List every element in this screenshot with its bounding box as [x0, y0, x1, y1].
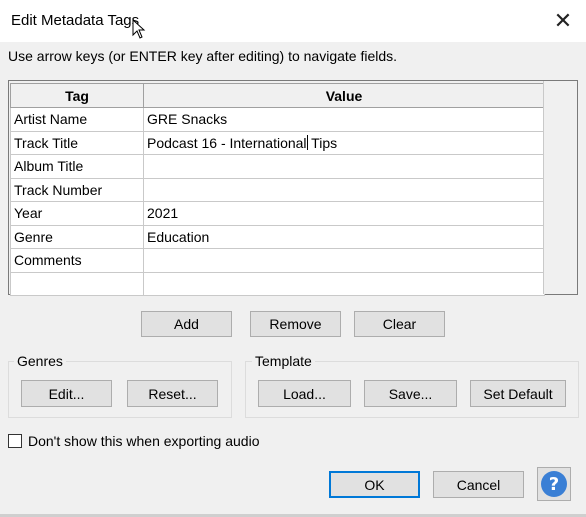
tag-cell[interactable]: Track Title [10, 130, 144, 155]
value-text-after-caret: Tips [307, 134, 338, 151]
tag-cell[interactable]: Artist Name [10, 107, 144, 132]
table-header-row: Tag Value [10, 83, 545, 108]
tag-cell[interactable]: Year [10, 201, 144, 226]
genres-reset-button[interactable]: Reset... [127, 380, 218, 407]
column-header-tag[interactable]: Tag [10, 83, 144, 108]
value-cell[interactable]: Education [143, 224, 545, 249]
instructions-text: Use arrow keys (or ENTER key after editi… [8, 48, 398, 64]
value-cell[interactable] [143, 154, 545, 179]
value-cell[interactable] [143, 248, 545, 273]
table-row: Year 2021 [10, 201, 545, 226]
table-row: Track Number [10, 177, 545, 202]
genres-group-label: Genres [14, 353, 66, 369]
window-title: Edit Metadata Tags [11, 12, 140, 29]
template-load-button[interactable]: Load... [258, 380, 351, 407]
close-icon: ✕ [553, 8, 573, 33]
value-cell[interactable] [143, 177, 545, 202]
add-button[interactable]: Add [141, 311, 232, 337]
title-bar: Edit Metadata Tags ✕ [0, 0, 586, 42]
value-cell[interactable]: GRE Snacks [143, 107, 545, 132]
help-button[interactable]: ? [537, 467, 571, 501]
column-header-value[interactable]: Value [143, 83, 545, 108]
template-save-button[interactable]: Save... [364, 380, 457, 407]
value-cell[interactable]: 2021 [143, 201, 545, 226]
tag-cell[interactable]: Album Title [10, 154, 144, 179]
value-cell[interactable] [143, 271, 545, 296]
table-row [10, 271, 545, 296]
remove-button[interactable]: Remove [250, 311, 341, 337]
help-icon: ? [541, 471, 567, 497]
tag-cell[interactable] [10, 271, 144, 296]
table-row: Artist Name GRE Snacks [10, 107, 545, 132]
dont-show-label[interactable]: Don't show this when exporting audio [28, 433, 259, 449]
close-button[interactable]: ✕ [540, 0, 586, 42]
table-row: Genre Education [10, 224, 545, 249]
template-group-label: Template [252, 353, 315, 369]
value-cell-editing[interactable]: Podcast 16 - International Tips [143, 130, 545, 155]
template-set-default-button[interactable]: Set Default [470, 380, 566, 407]
genres-edit-button[interactable]: Edit... [21, 380, 112, 407]
tag-cell[interactable]: Track Number [10, 177, 144, 202]
tag-cell[interactable]: Comments [10, 248, 144, 273]
mouse-cursor-icon [132, 19, 146, 39]
dont-show-checkbox[interactable] [8, 434, 22, 448]
ok-button[interactable]: OK [329, 471, 420, 498]
metadata-grid[interactable]: Tag Value Artist Name GRE Snacks Track T… [8, 80, 578, 296]
table-row: Comments [10, 248, 545, 273]
metadata-table: Tag Value Artist Name GRE Snacks Track T… [10, 83, 545, 296]
table-row: Track Title Podcast 16 - International T… [10, 130, 545, 155]
grid-scroll-area [543, 81, 577, 294]
table-row: Album Title [10, 154, 545, 179]
cancel-button[interactable]: Cancel [433, 471, 524, 498]
clear-button[interactable]: Clear [354, 311, 445, 337]
tag-cell[interactable]: Genre [10, 224, 144, 249]
value-text-before-caret: Podcast 16 - International [147, 134, 307, 151]
